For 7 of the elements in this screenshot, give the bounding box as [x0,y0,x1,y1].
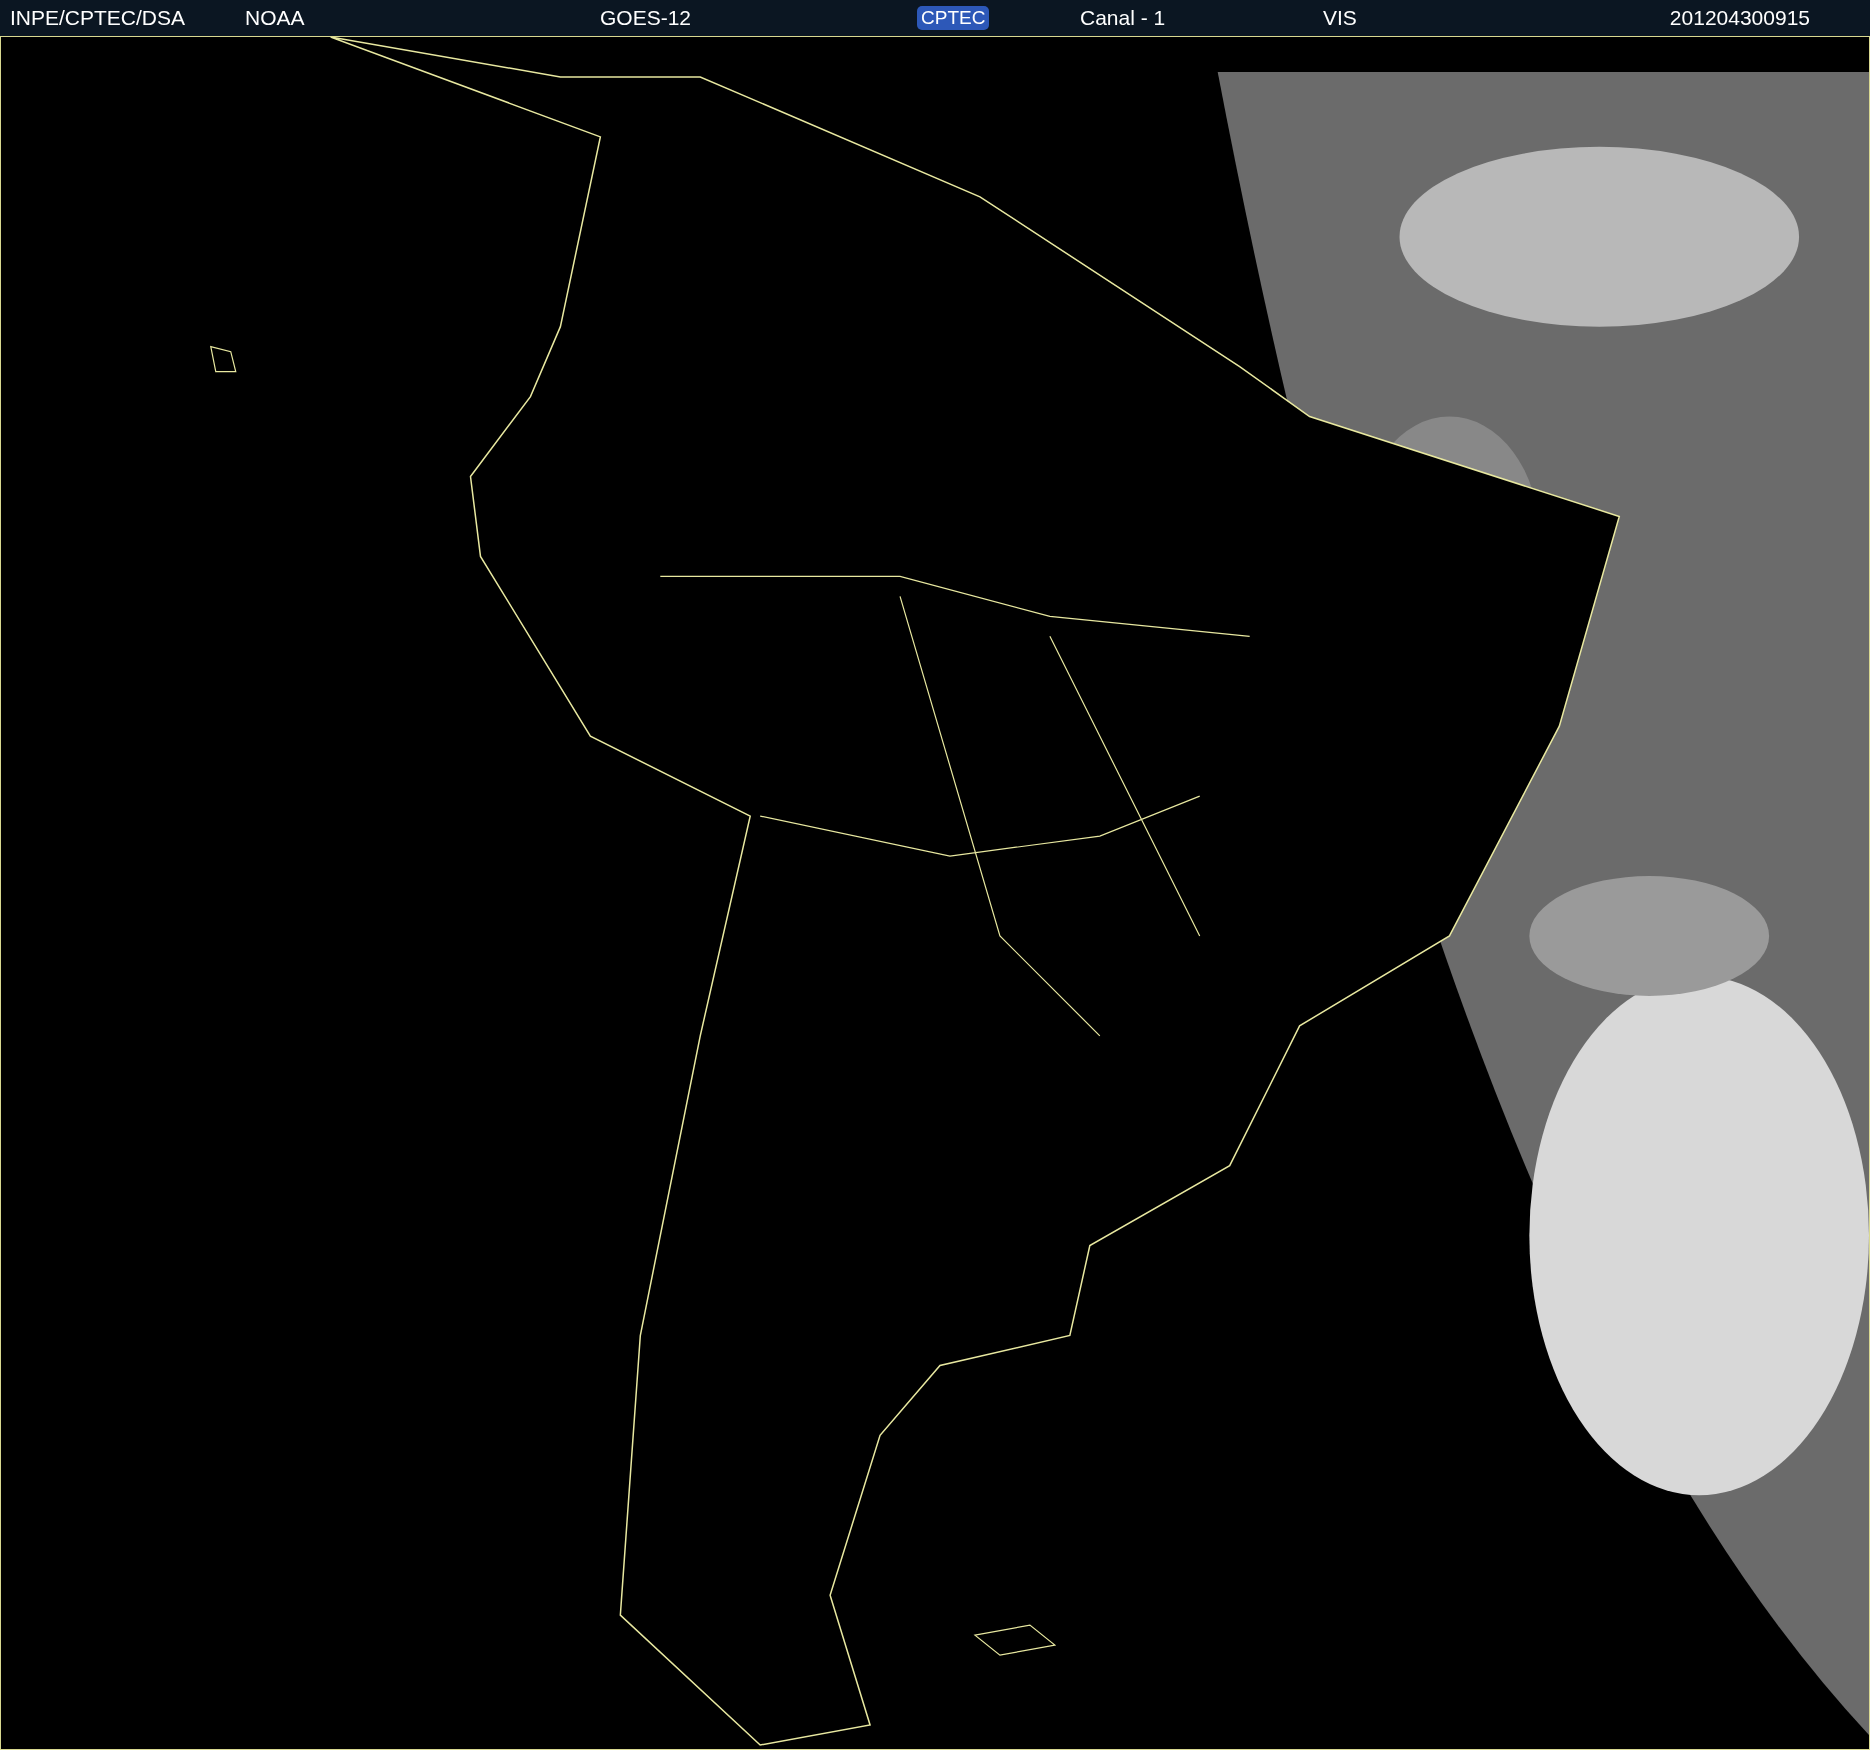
agency-label: NOAA [245,6,305,30]
band-label: VIS [1323,6,1357,30]
channel-label: Canal - 1 [1080,6,1166,30]
satellite-label: GOES-12 [600,6,692,30]
source-label: INPE/CPTEC/DSA [10,6,186,30]
timestamp-label: 201204300915 [1669,6,1810,30]
logo: CPTEC [917,6,990,30]
